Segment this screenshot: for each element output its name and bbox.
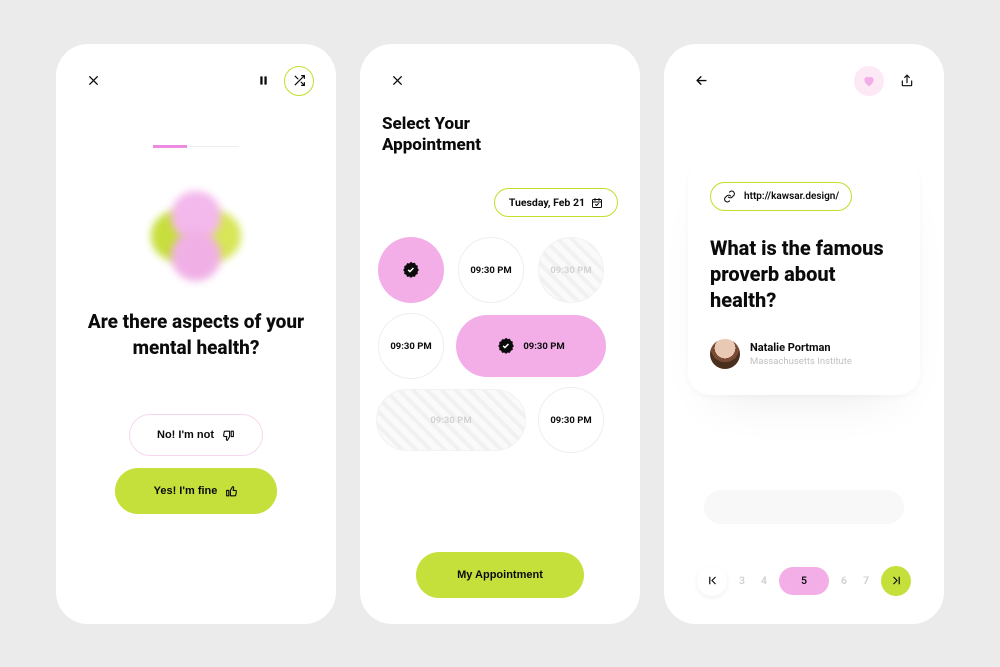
link-icon	[723, 190, 736, 203]
title-line-1: Select Your	[382, 114, 470, 134]
share-button[interactable]	[892, 66, 922, 96]
author-name: Natalie Portman	[750, 341, 852, 354]
my-appointment-button[interactable]: My Appointment	[416, 552, 584, 598]
cta-label: My Appointment	[457, 569, 543, 581]
title-line-2: Appointment	[382, 135, 481, 155]
time-slot[interactable]: 09:30 PM	[378, 313, 444, 379]
thumbs-up-icon	[225, 485, 238, 498]
last-page-icon	[890, 574, 903, 587]
page-number[interactable]: 7	[859, 567, 873, 595]
slot-time: 09:30 PM	[523, 341, 564, 352]
screen-appointment: Select Your Appointment Tuesday, Feb 21 …	[360, 44, 640, 624]
time-slot[interactable]: 09:30 PM	[458, 237, 524, 303]
favorite-button[interactable]	[854, 66, 884, 96]
page-number-current[interactable]: 5	[779, 567, 829, 595]
link-text: http://kawsar.design/	[744, 191, 839, 202]
arrow-left-icon	[694, 73, 709, 88]
author-avatar	[710, 339, 740, 369]
close-button[interactable]	[78, 66, 108, 96]
page-number[interactable]: 4	[757, 567, 771, 595]
page-title: Select Your Appointment	[382, 114, 618, 157]
screen1-top-bar	[78, 66, 314, 96]
slot-time: 09:30 PM	[430, 415, 471, 426]
screen-question: Are there aspects of your mental health?…	[56, 44, 336, 624]
thumbs-down-icon	[222, 429, 235, 442]
page-number[interactable]: 3	[735, 567, 749, 595]
article-question: What is the famous proverb about health?	[710, 235, 898, 313]
close-icon	[391, 74, 404, 87]
card-stack-shadow	[704, 490, 904, 524]
time-slots: 09:30 PM 09:30 PM 09:30 PM 09:30 PM 09:3…	[370, 237, 630, 453]
time-slot-disabled-wide: 09:30 PM	[376, 389, 526, 451]
shuffle-icon	[293, 74, 306, 87]
slot-time: 09:30 PM	[550, 265, 591, 276]
calendar-icon	[591, 197, 603, 209]
last-page-button[interactable]	[881, 566, 911, 596]
screen2-top-bar	[382, 66, 618, 96]
decorative-blob	[151, 191, 241, 281]
slot-time: 09:30 PM	[390, 341, 431, 352]
page-number[interactable]: 6	[837, 567, 851, 595]
date-picker-chip[interactable]: Tuesday, Feb 21	[494, 188, 618, 217]
verified-badge-icon	[402, 261, 420, 279]
time-slot-selected-wide[interactable]: 09:30 PM	[456, 315, 606, 377]
date-label: Tuesday, Feb 21	[509, 196, 585, 209]
time-slot[interactable]: 09:30 PM	[538, 387, 604, 453]
slot-time: 09:30 PM	[470, 265, 511, 276]
pause-icon	[258, 75, 269, 86]
article-card: http://kawsar.design/ What is the famous…	[688, 158, 920, 395]
time-slot-selected[interactable]	[378, 237, 444, 303]
verified-badge-icon	[497, 337, 515, 355]
heart-icon	[862, 74, 876, 88]
pagination: 3 4 5 6 7	[664, 566, 944, 596]
close-button[interactable]	[382, 66, 412, 96]
slot-time: 09:30 PM	[550, 415, 591, 426]
first-page-button[interactable]	[697, 566, 727, 596]
share-icon	[900, 74, 914, 88]
close-icon	[87, 74, 100, 87]
first-page-icon	[706, 574, 719, 587]
time-slot-disabled: 09:30 PM	[538, 237, 604, 303]
question-text: Are there aspects of your mental health?	[78, 309, 314, 360]
answer-no-button[interactable]: No! I'm not	[129, 414, 263, 456]
screen3-top-bar	[686, 66, 922, 96]
yes-label: Yes! I'm fine	[154, 485, 218, 497]
source-link-chip[interactable]: http://kawsar.design/	[710, 182, 852, 211]
back-button[interactable]	[686, 66, 716, 96]
author-block: Natalie Portman Massachusetts Institute	[710, 339, 898, 369]
screen-article: http://kawsar.design/ What is the famous…	[664, 44, 944, 624]
pause-button[interactable]	[248, 66, 278, 96]
author-affiliation: Massachusetts Institute	[750, 356, 852, 367]
no-label: No! I'm not	[157, 429, 214, 441]
progress-bar	[153, 146, 239, 148]
answer-yes-button[interactable]: Yes! I'm fine	[115, 468, 277, 514]
shuffle-button[interactable]	[284, 66, 314, 96]
